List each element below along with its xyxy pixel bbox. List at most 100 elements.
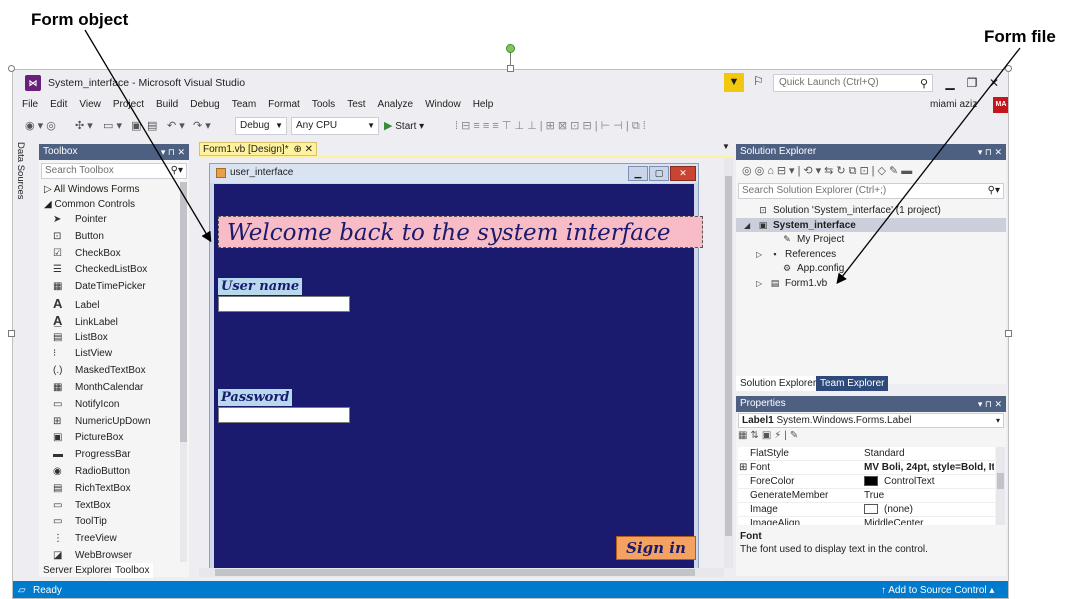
panel-buttons[interactable]: ▾ ⊓ ✕ [978,396,1002,412]
username-textbox[interactable] [218,296,350,312]
toolbox-item-monthcalendar[interactable]: ▦ MonthCalendar [39,380,179,397]
designer-vertical-scrollbar[interactable] [724,158,733,568]
avatar[interactable]: MA [993,97,1008,113]
welcome-label[interactable]: Welcome back to the system interface [218,216,703,248]
new-project-icon[interactable]: ✣ ▾ [75,119,93,132]
property-value[interactable]: True [864,489,994,503]
property-row[interactable]: ImageAlign MiddleCenter [738,517,995,525]
toolbox-item-datetimepicker[interactable]: ▦ DateTimePicker [39,279,179,296]
toolbox-item-tooltip[interactable]: ▭ ToolTip [39,514,179,531]
restore-icon[interactable]: ❐ [961,73,983,93]
tree-item[interactable]: ⊡ Solution 'System_interface' (1 project) [736,203,1006,218]
property-value[interactable]: Standard [864,447,994,461]
toolbox-group-common[interactable]: ◢ Common Controls [39,197,179,212]
panel-buttons[interactable]: ▾ ⊓ ✕ [161,144,185,160]
expand-arrow-icon[interactable]: ▷ [756,248,768,263]
expand-arrow-icon[interactable]: ◢ [744,219,756,234]
redo-icon[interactable]: ↷ ▾ [193,119,211,132]
add-to-source-control[interactable]: ↑ Add to Source Control ▴ [881,581,994,598]
tab-solution-explorer[interactable]: Solution Explorer [736,376,821,391]
toolbox-item-treeview[interactable]: ⋮ TreeView [39,531,179,548]
quick-launch-input[interactable]: Quick Launch (Ctrl+Q) ⚲ [773,74,933,92]
toolbox-item-listview[interactable]: ⁝ ListView [39,346,179,363]
toolbox-item-textbox[interactable]: ▭ TextBox [39,498,179,515]
toolbox-item-notifyicon[interactable]: ▭ NotifyIcon [39,397,179,414]
tree-item[interactable]: ⚙ App.config [736,261,1006,276]
property-row[interactable]: Image (none) [738,503,995,517]
designer-horizontal-scrollbar[interactable] [199,568,724,577]
minimize-icon[interactable]: ▁ [939,73,961,93]
layout-toolbar-icons[interactable]: ⁞ ⊟ ≡ ≡ ≡ ⊤ ⊥ ⊥ | ⊞ ⊠ ⊡ ⊟ | ⊢ ⊣ | ⧉ ⁞ [455,119,646,133]
form-client-area[interactable]: Welcome back to the system interface Use… [214,184,703,569]
close-icon[interactable]: ⊕ ✕ [293,143,313,157]
tab-toolbox[interactable]: Toolbox [111,563,154,578]
menu-item-help[interactable]: Help [473,96,494,114]
property-value[interactable]: MV Boli, 24pt, style=Bold, It [864,461,994,475]
toolbox-item-picturebox[interactable]: ▣ PictureBox [39,430,179,447]
toolbox-group-all[interactable]: ▷ All Windows Forms [39,182,179,197]
panel-buttons[interactable]: ▾ ⊓ ✕ [978,144,1002,160]
solution-explorer-search-input[interactable]: Search Solution Explorer (Ctrl+;) ⚲▾ [738,183,1004,199]
tree-item[interactable]: ▷ ▤ Form1.vb [736,276,1006,291]
toolbox-item-maskedtextbox[interactable]: (.) MaskedTextBox [39,363,179,380]
menu-item-debug[interactable]: Debug [190,96,219,114]
open-file-icon[interactable]: ▭ ▾ [103,119,122,132]
property-value[interactable]: (none) [864,503,994,517]
toolbox-search-input[interactable]: Search Toolbox ⚲▾ [41,163,187,179]
platform-select[interactable]: Any CPU ▼ [291,117,379,135]
feedback-icon[interactable]: ⚐ [753,74,764,88]
tab-team-explorer[interactable]: Team Explorer [816,376,889,391]
tab-form1-design[interactable]: Form1.vb [Design]* ⊕ ✕ [199,142,317,156]
menu-item-view[interactable]: View [79,96,101,114]
menu-item-build[interactable]: Build [156,96,178,114]
data-sources-tab[interactable]: Data Sources [15,142,26,200]
save-all-icon[interactable]: ▤ [147,119,157,132]
menu-item-tools[interactable]: Tools [312,96,335,114]
scrollbar-thumb[interactable] [215,569,695,576]
expand-arrow-icon[interactable]: ▷ [756,277,768,292]
scrollbar-thumb[interactable] [180,182,187,442]
toolbox-item-numericupdown[interactable]: ⊞ NumericUpDown [39,414,179,431]
configuration-select[interactable]: Debug ▼ [235,117,287,135]
toolbox-item-label[interactable]: A Label [39,296,179,313]
property-row[interactable]: ⊞ Font MV Boli, 24pt, style=Bold, It [738,461,995,475]
property-row[interactable]: ForeColor ControlText [738,475,995,489]
properties-scrollbar[interactable] [996,447,1005,525]
toolbox-scrollbar[interactable] [180,182,187,562]
start-button[interactable]: ▶ Start ▾ [384,119,424,132]
property-value[interactable]: ControlText [864,475,994,489]
solution-explorer-toolbar[interactable]: ◎◎⌂⊟▾|⟲▾⇆↻⧉⊡|◇✎▬ [736,161,1006,181]
form-object[interactable]: user_interface ▁ ▢ ✕ Welcome back to the… [209,163,703,573]
scrollbar-thumb[interactable] [725,176,732,536]
password-textbox[interactable] [218,407,350,423]
chevron-down-icon[interactable]: ▼ [722,142,730,151]
toolbox-item-pointer[interactable]: ➤ Pointer [39,212,179,229]
save-icon[interactable]: ▣ [131,119,141,132]
signin-button[interactable]: Sign in [616,536,696,560]
toolbox-item-checkbox[interactable]: ☑ CheckBox [39,246,179,263]
toolbox-item-radiobutton[interactable]: ◉ RadioButton [39,464,179,481]
menu-item-project[interactable]: Project [113,96,144,114]
menu-item-format[interactable]: Format [268,96,300,114]
close-icon[interactable]: ✕ [983,73,1005,93]
toolbox-item-linklabel[interactable]: A̲ LinkLabel [39,313,179,330]
tree-item[interactable]: ✎ My Project [736,232,1006,247]
menu-item-test[interactable]: Test [347,96,365,114]
toolbox-item-listbox[interactable]: ▤ ListBox [39,330,179,347]
tree-item[interactable]: ◢ ▣ System_interface [736,217,1006,234]
properties-toolbar[interactable]: ▦⇅▣⚡|✎ [738,430,801,446]
expand-icon[interactable]: ⊞ [739,461,747,475]
property-value[interactable]: MiddleCenter [864,517,994,525]
username-label[interactable]: User name [218,278,303,295]
toolbox-item-button[interactable]: ⊡ Button [39,229,179,246]
menu-item-analyze[interactable]: Analyze [378,96,414,114]
properties-object-select[interactable]: Label1 System.Windows.Forms.Label ▾ [738,413,1004,428]
menu-item-window[interactable]: Window [425,96,461,114]
menu-item-team[interactable]: Team [232,96,256,114]
tab-server-explorer[interactable]: Server Explorer [39,563,116,578]
password-label[interactable]: Password [218,389,293,406]
notification-filter-icon[interactable]: ▼ [724,73,744,92]
toolbox-item-richtextbox[interactable]: ▤ RichTextBox [39,481,179,498]
toolbox-item-progressbar[interactable]: ▬ ProgressBar [39,447,179,464]
back-icon[interactable]: ◉ ▾ ◎ [25,119,56,132]
